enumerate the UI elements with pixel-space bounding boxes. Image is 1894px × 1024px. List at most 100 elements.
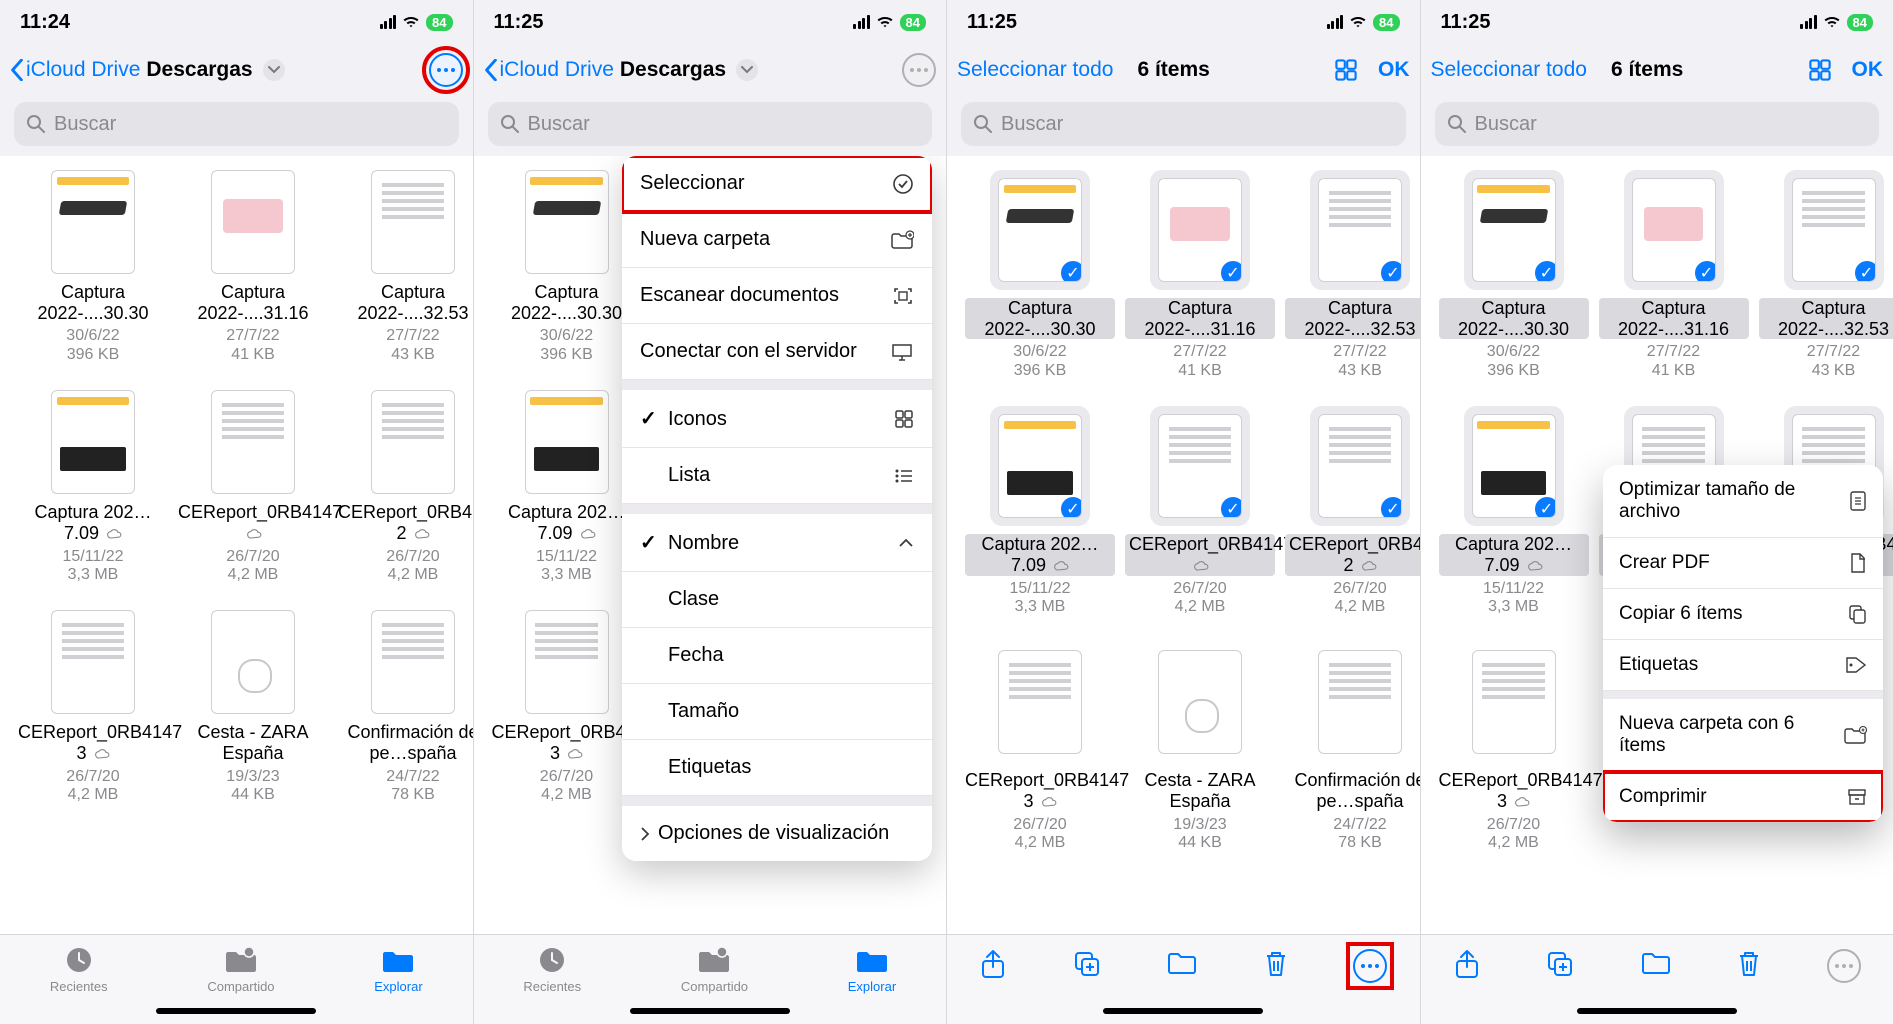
file-tile[interactable]: CEReport_0RB4147 3 26/7/204,2 MB — [965, 642, 1115, 852]
tab-compartido[interactable]: Compartido — [207, 945, 274, 994]
file-tile[interactable]: Confirmación de pe…spaña24/7/2278 KB — [1285, 642, 1420, 852]
duplicate-button[interactable] — [1072, 949, 1102, 979]
ctx-etiquetas[interactable]: Etiquetas — [1603, 640, 1883, 691]
menu-escanear[interactable]: Escanear documentos — [622, 268, 932, 324]
file-tile[interactable]: ✓Captura 2022-....30.3030/6/22396 KB — [1439, 170, 1589, 380]
file-tile[interactable]: Cesta - ZARA España19/3/2344 KB — [178, 610, 328, 804]
ctx-comprimir[interactable]: Comprimir — [1603, 772, 1883, 822]
menu-opciones-visualizacion[interactable]: Opciones de visualización — [622, 806, 932, 861]
delete-button[interactable] — [1736, 949, 1762, 979]
back-button[interactable]: iCloud Drive — [10, 58, 140, 82]
file-tile[interactable]: Confirmación de pe…spaña24/7/2278 KB — [338, 610, 473, 804]
file-tile[interactable]: Captura 2022-....30.3030/6/22396 KB — [18, 170, 168, 364]
select-all-button[interactable]: Seleccionar todo — [957, 58, 1113, 82]
status-time: 11:25 — [494, 11, 544, 34]
menu-clase[interactable]: Clase — [622, 572, 932, 628]
ctx-optimizar[interactable]: Optimizar tamaño de archivo — [1603, 465, 1883, 538]
check-icon: ✓ — [1219, 259, 1242, 282]
file-tile[interactable]: Captura 202…7.09 15/11/223,3 MB — [492, 390, 642, 584]
tab-bar: Recientes Compartido Explorar — [474, 934, 947, 1024]
view-grid-button[interactable] — [1808, 58, 1832, 82]
file-tile[interactable]: Captura 2022-....31.1627/7/2241 KB — [178, 170, 328, 364]
file-tile[interactable]: ✓Captura 2022-....32.5327/7/2243 KB — [1759, 170, 1894, 380]
more-actions-button[interactable] — [1353, 949, 1387, 983]
panel-2: 11:25 84 iCloud Drive Descargas Buscar C… — [474, 0, 948, 1024]
more-actions-button[interactable] — [1827, 949, 1861, 983]
check-icon: ✓ — [1059, 259, 1082, 282]
tab-compartido[interactable]: Compartido — [681, 945, 748, 994]
ctx-crear-pdf[interactable]: Crear PDF — [1603, 538, 1883, 589]
check-icon: ✓ — [1379, 259, 1402, 282]
wifi-icon — [876, 15, 894, 29]
file-tile[interactable]: CEReport_0RB4147 26/7/204,2 MB — [178, 390, 328, 584]
ctx-copiar[interactable]: Copiar 6 ítems — [1603, 589, 1883, 640]
signal-icon — [1327, 15, 1344, 29]
battery-icon: 84 — [1373, 14, 1399, 31]
more-button[interactable] — [429, 53, 463, 87]
chevron-up-icon — [898, 538, 914, 548]
check-icon: ✓ — [1693, 259, 1716, 282]
file-tile[interactable]: ✓CEReport_0RB4147 26/7/204,2 MB — [1125, 406, 1275, 616]
file-tile[interactable]: Captura 202…7.09 15/11/223,3 MB — [18, 390, 168, 584]
tab-explorar[interactable]: Explorar — [374, 945, 422, 994]
tab-recientes[interactable]: Recientes — [50, 945, 108, 994]
search-input[interactable]: Buscar — [1435, 102, 1880, 146]
check-icon: ✓ — [1059, 495, 1082, 518]
file-tile[interactable]: ✓Captura 2022-....31.1627/7/2241 KB — [1599, 170, 1749, 380]
menu-conectar-servidor[interactable]: Conectar con el servidor — [622, 324, 932, 380]
move-button[interactable] — [1640, 949, 1672, 975]
file-tile[interactable]: CEReport_0RB4147 3 26/7/204,2 MB — [1439, 642, 1589, 852]
folder-title: Descargas — [620, 58, 726, 82]
move-button[interactable] — [1166, 949, 1198, 975]
file-tile[interactable]: CEReport_0RB4147 3 26/7/204,2 MB — [18, 610, 168, 804]
search-input[interactable]: Buscar — [961, 102, 1406, 146]
tab-explorar[interactable]: Explorar — [848, 945, 896, 994]
more-button[interactable] — [902, 53, 936, 87]
file-tile[interactable]: ✓Captura 2022-....31.1627/7/2241 KB — [1125, 170, 1275, 380]
status-bar: 11:25 84 — [947, 0, 1420, 44]
menu-nueva-carpeta[interactable]: Nueva carpeta — [622, 212, 932, 268]
file-tile[interactable]: Captura 2022-....30.3030/6/22396 KB — [492, 170, 642, 364]
file-tile[interactable]: ✓CEReport_0RB4147 2 26/7/204,2 MB — [1285, 406, 1420, 616]
title-dropdown[interactable] — [263, 59, 285, 81]
home-indicator — [1103, 1008, 1263, 1014]
search-input[interactable]: Buscar — [488, 102, 933, 146]
share-button[interactable] — [1453, 949, 1481, 981]
file-tile[interactable]: Cesta - ZARA España19/3/2344 KB — [1125, 642, 1275, 852]
file-tile[interactable]: ✓Captura 202…7.09 15/11/223,3 MB — [1439, 406, 1589, 616]
status-bar: 11:24 84 — [0, 0, 473, 44]
cloud-icon — [1514, 796, 1530, 808]
title-dropdown[interactable] — [736, 59, 758, 81]
status-bar: 11:25 84 — [1421, 0, 1894, 44]
menu-lista[interactable]: Lista — [622, 448, 932, 504]
cloud-icon — [567, 748, 583, 760]
back-button[interactable]: iCloud Drive — [484, 58, 614, 82]
wifi-icon — [402, 15, 420, 29]
ok-button[interactable]: OK — [1378, 58, 1410, 82]
file-tile[interactable]: ✓Captura 202…7.09 15/11/223,3 MB — [965, 406, 1115, 616]
folder-icon — [855, 946, 889, 974]
menu-fecha[interactable]: Fecha — [622, 628, 932, 684]
signal-icon — [1800, 15, 1817, 29]
ctx-nueva-carpeta[interactable]: Nueva carpeta con 6 ítems — [1603, 699, 1883, 772]
file-tile[interactable]: CEReport_0RB4147 3 26/7/204,2 MB — [492, 610, 642, 804]
menu-etiquetas[interactable]: Etiquetas — [622, 740, 932, 796]
share-button[interactable] — [979, 949, 1007, 981]
cloud-icon — [1041, 796, 1057, 808]
file-tile[interactable]: ✓Captura 2022-....30.3030/6/22396 KB — [965, 170, 1115, 380]
menu-nombre[interactable]: ✓Nombre — [622, 514, 932, 572]
tab-recientes[interactable]: Recientes — [523, 945, 581, 994]
menu-seleccionar[interactable]: Seleccionar — [622, 156, 932, 212]
status-time: 11:24 — [20, 11, 70, 34]
delete-button[interactable] — [1263, 949, 1289, 979]
menu-tamano[interactable]: Tamaño — [622, 684, 932, 740]
search-input[interactable]: Buscar — [14, 102, 459, 146]
ok-button[interactable]: OK — [1852, 58, 1884, 82]
view-grid-button[interactable] — [1334, 58, 1358, 82]
menu-iconos[interactable]: ✓Iconos — [622, 390, 932, 448]
file-tile[interactable]: ✓Captura 2022-....32.5327/7/2243 KB — [1285, 170, 1420, 380]
file-tile[interactable]: Captura 2022-....32.5327/7/2243 KB — [338, 170, 473, 364]
duplicate-button[interactable] — [1545, 949, 1575, 979]
file-tile[interactable]: CEReport_0RB4147 2 26/7/204,2 MB — [338, 390, 473, 584]
select-all-button[interactable]: Seleccionar todo — [1431, 58, 1587, 82]
